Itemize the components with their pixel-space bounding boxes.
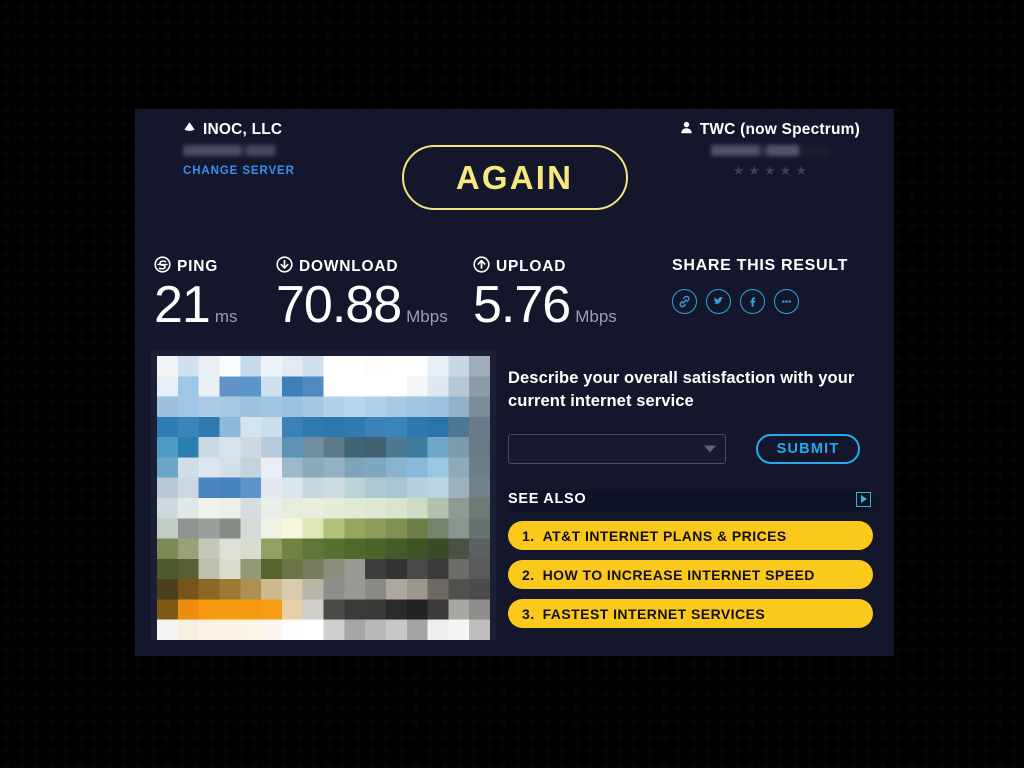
speedtest-result-card: INOC, LLC CHANGE SERVER AGAIN TWC (now S… — [136, 110, 893, 655]
download-value: 70.88 — [276, 276, 402, 334]
download-unit: Mbps — [406, 307, 448, 326]
ping-unit: ms — [214, 307, 238, 326]
ping-value-row: 21 ms — [154, 276, 238, 336]
again-button[interactable]: AGAIN — [401, 145, 628, 210]
see-also-item[interactable]: 3. FASTEST INTERNET SERVICES — [508, 599, 873, 628]
server-location-redacted — [183, 145, 278, 156]
server-diamond-icon — [183, 121, 196, 139]
see-also-section: SEE ALSO 1. AT&T INTERNET PLANS & PRICES… — [508, 490, 873, 628]
see-also-item-number: 3. — [522, 605, 535, 622]
isp-name-row: TWC (now Spectrum) — [680, 121, 860, 139]
person-icon — [680, 121, 693, 139]
see-also-item-number: 1. — [522, 527, 535, 544]
see-also-item[interactable]: 2. HOW TO INCREASE INTERNET SPEED — [508, 560, 873, 589]
adchoices-icon[interactable] — [856, 491, 871, 507]
ping-icon — [154, 256, 171, 278]
upload-value-row: 5.76 Mbps — [473, 276, 617, 336]
see-also-title: SEE ALSO — [508, 491, 587, 507]
server-name: INOC, LLC — [203, 121, 283, 138]
result-metrics: PING 21 ms DOWNLOAD 70.88 Mbps UPLOAD 5.… — [136, 238, 893, 350]
survey-section: Describe your overall satisfaction with … — [508, 367, 876, 464]
satisfaction-dropdown-value — [509, 435, 725, 440]
link-icon[interactable] — [672, 289, 697, 314]
chevron-down-icon — [704, 445, 716, 453]
star-icon: ★ — [779, 163, 792, 178]
lower-content: Describe your overall satisfaction with … — [136, 350, 893, 650]
see-also-item-label: HOW TO INCREASE INTERNET SPEED — [542, 566, 815, 583]
isp-rating-stars[interactable]: ★ ★ ★ ★ ★ — [680, 164, 860, 177]
ping-value: 21 — [154, 276, 211, 334]
result-header: INOC, LLC CHANGE SERVER AGAIN TWC (now S… — [136, 110, 893, 238]
see-also-header: SEE ALSO — [508, 490, 873, 511]
server-info: INOC, LLC CHANGE SERVER — [183, 121, 295, 177]
share-icon-row — [672, 289, 848, 314]
download-metric: DOWNLOAD 70.88 Mbps — [276, 256, 448, 336]
upload-value: 5.76 — [473, 276, 571, 334]
isp-info: TWC (now Spectrum) ★ ★ ★ ★ ★ — [680, 121, 860, 177]
more-options-icon[interactable] — [774, 289, 799, 314]
star-icon: ★ — [748, 163, 761, 178]
see-also-item-label: FASTEST INTERNET SERVICES — [542, 605, 766, 622]
share-title: SHARE THIS RESULT — [672, 257, 849, 274]
upload-metric: UPLOAD 5.76 Mbps — [473, 256, 617, 336]
download-value-row: 70.88 Mbps — [276, 276, 448, 336]
ping-metric: PING 21 ms — [154, 256, 238, 336]
server-name-row: INOC, LLC — [183, 121, 295, 139]
see-also-item[interactable]: 1. AT&T INTERNET PLANS & PRICES — [508, 521, 873, 550]
star-icon: ★ — [764, 163, 776, 178]
survey-question: Describe your overall satisfaction with … — [508, 369, 855, 410]
isp-name: TWC (now Spectrum) — [699, 121, 860, 138]
ping-header: PING — [154, 256, 238, 278]
download-header: DOWNLOAD — [276, 256, 448, 278]
ping-label: PING — [177, 258, 219, 275]
star-icon: ★ — [732, 163, 745, 178]
satisfaction-dropdown[interactable] — [508, 433, 726, 464]
facebook-icon[interactable] — [740, 289, 765, 314]
pixelated-ad-graphic — [157, 356, 490, 640]
upload-unit: Mbps — [575, 307, 617, 326]
download-label: DOWNLOAD — [299, 258, 399, 275]
survey-controls: SUBMIT — [508, 433, 876, 464]
share-section: SHARE THIS RESULT — [672, 257, 848, 314]
download-arrow-icon — [276, 256, 293, 278]
star-icon: ★ — [795, 163, 807, 178]
submit-button[interactable]: SUBMIT — [756, 433, 860, 464]
upload-arrow-icon — [473, 256, 490, 278]
upload-header: UPLOAD — [473, 256, 617, 278]
see-also-item-label: AT&T INTERNET PLANS & PRICES — [542, 527, 787, 544]
see-also-item-number: 2. — [522, 566, 535, 583]
twitter-icon[interactable] — [706, 289, 731, 314]
upload-label: UPLOAD — [496, 258, 567, 275]
change-server-link[interactable]: CHANGE SERVER — [183, 165, 295, 177]
isp-details-redacted — [710, 145, 829, 156]
pixelated-ad-image[interactable] — [151, 350, 496, 640]
